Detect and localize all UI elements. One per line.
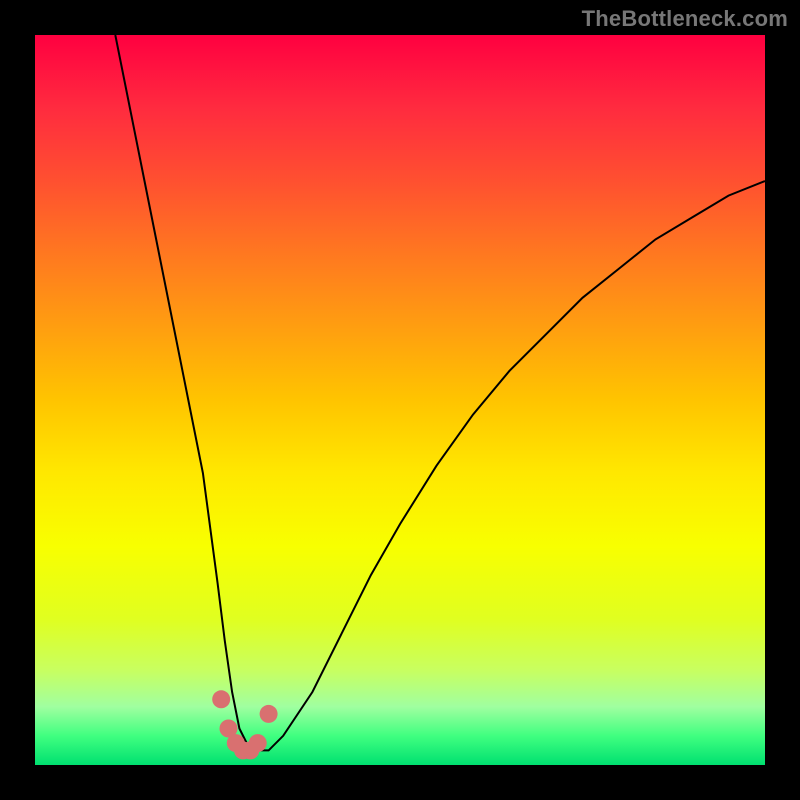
marker-dot (260, 705, 278, 723)
chart-container: TheBottleneck.com (0, 0, 800, 800)
marker-group (212, 690, 277, 759)
watermark-text: TheBottleneck.com (582, 6, 788, 32)
plot-area (35, 35, 765, 765)
curve-line (115, 35, 765, 750)
marker-dot (249, 734, 267, 752)
marker-dot (212, 690, 230, 708)
curve-svg (35, 35, 765, 765)
